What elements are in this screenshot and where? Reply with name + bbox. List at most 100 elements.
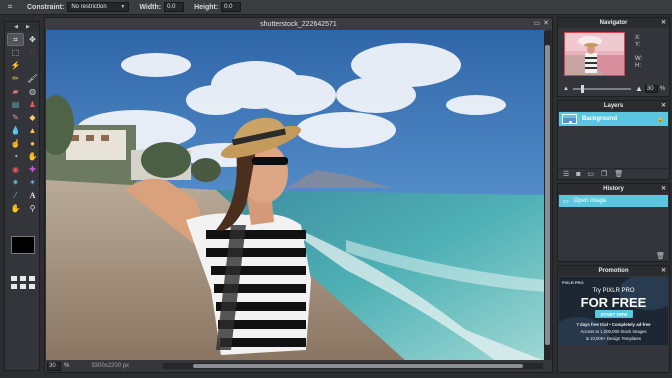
width-label: Width: bbox=[139, 3, 162, 11]
zoom-out-icon[interactable]: ▲ bbox=[563, 86, 569, 92]
color-replace-icon: ✎ bbox=[12, 112, 19, 122]
grid-cell bbox=[11, 284, 17, 289]
close-icon[interactable]: ✕ bbox=[543, 19, 549, 27]
horizontal-scrollbar[interactable] bbox=[163, 363, 543, 369]
bloat-icon: ✷ bbox=[12, 177, 19, 187]
color-picker-tool[interactable]: ⁄ bbox=[8, 190, 23, 201]
promotion-title: Promotion bbox=[598, 268, 629, 274]
delete-layer-icon[interactable]: 🗑 bbox=[614, 170, 623, 178]
zoom-unit: % bbox=[64, 363, 70, 369]
zoom-tool[interactable]: ⚲ bbox=[25, 203, 40, 214]
clone-tool[interactable]: ♟ bbox=[25, 99, 40, 110]
close-icon[interactable]: ✕ bbox=[661, 185, 666, 192]
brush-tool[interactable]: 🖌 bbox=[25, 73, 40, 84]
layer-settings-icon[interactable]: ☰ bbox=[563, 170, 569, 178]
height-label: Height: bbox=[194, 3, 219, 11]
pinch-icon: ✶ bbox=[29, 177, 36, 187]
paint-bucket-icon: ◍ bbox=[29, 86, 36, 96]
type-tool[interactable]: A bbox=[25, 190, 40, 201]
width-input[interactable]: 0.0 bbox=[164, 2, 185, 12]
red-eye-tool[interactable]: ◉ bbox=[8, 164, 23, 175]
color-replace-tool[interactable]: ✎ bbox=[8, 112, 23, 123]
options-bar: ⌗ Constraint: No restriction ▼ Width: 0.… bbox=[0, 0, 672, 15]
zoom-input[interactable]: 30 bbox=[47, 361, 61, 371]
zoom-slider-knob[interactable] bbox=[580, 84, 584, 93]
sponge-tool[interactable]: ● bbox=[25, 138, 40, 149]
zoom-slider[interactable] bbox=[572, 84, 631, 93]
navigator-titlebar[interactable]: Navigator ✕ bbox=[558, 18, 669, 28]
canvas-image[interactable] bbox=[46, 30, 545, 361]
layer-name: Background bbox=[582, 116, 618, 122]
zoom-in-icon[interactable]: ▲ bbox=[635, 84, 643, 93]
promotion-ad[interactable]: PIXLR PRO Try PIXLR PRO FOR FREE START N… bbox=[559, 277, 668, 345]
toolbox-header[interactable]: ◀ ▶ bbox=[5, 22, 39, 31]
eraser-tool[interactable]: ▰ bbox=[8, 86, 23, 97]
clone-stamp-icon: ♟ bbox=[28, 99, 37, 109]
constraint-select[interactable]: No restriction ▼ bbox=[67, 2, 130, 12]
height-input[interactable]: 0.0 bbox=[221, 2, 242, 12]
lasso-tool[interactable]: ◌ bbox=[25, 47, 40, 58]
horizontal-scroll-thumb[interactable] bbox=[193, 364, 523, 368]
paint-bucket-tool[interactable]: ◍ bbox=[25, 86, 40, 97]
promo-line-2: Access to 1,000,000 Stock Images bbox=[580, 329, 647, 334]
eraser-icon: ▰ bbox=[12, 86, 19, 96]
vertical-scrollbar[interactable] bbox=[544, 31, 551, 362]
delete-history-icon[interactable]: 🗑 bbox=[656, 252, 665, 260]
view-grid-icon[interactable] bbox=[11, 276, 35, 289]
dodge-tool[interactable]: ◔ bbox=[8, 151, 23, 162]
move-tool[interactable]: ✥ bbox=[25, 34, 40, 45]
hand-tool[interactable]: ✋ bbox=[8, 203, 23, 214]
layers-titlebar[interactable]: Layers ✕ bbox=[558, 101, 669, 111]
lock-icon[interactable]: 🔒 bbox=[657, 116, 664, 123]
close-icon[interactable]: ✕ bbox=[661, 267, 666, 274]
start-now-button[interactable]: START NOW bbox=[595, 310, 633, 318]
move-icon: ✥ bbox=[29, 34, 36, 44]
history-panel: History ✕ ▭ Open image 🗑 bbox=[557, 183, 670, 262]
blur-tool[interactable]: 💧 bbox=[8, 125, 23, 136]
arrow-left-icon: ◀ bbox=[14, 23, 18, 30]
type-icon: A bbox=[29, 190, 36, 200]
pinch-tool[interactable]: ✶ bbox=[25, 177, 40, 188]
gradient-icon: ▤ bbox=[11, 99, 20, 109]
bloat-tool[interactable]: ✷ bbox=[8, 177, 23, 188]
promo-headline-small: Try PIXLR PRO bbox=[592, 288, 635, 294]
crop-tool[interactable]: ⌗ bbox=[7, 33, 24, 46]
close-icon[interactable]: ✕ bbox=[661, 102, 666, 109]
burn-tool[interactable]: ✋ bbox=[25, 151, 40, 162]
document-titlebar[interactable]: shutterstock_222642571 ▭ ✕ bbox=[45, 18, 552, 30]
toolbox: ◀ ▶ ⌗ ✥ ⬚ ◌ ⚡ ✏ 🖌 ▰ ◍ ▤ ♟ ✎ ◆ 💧 ▲ ☝ ● ◔ … bbox=[4, 21, 40, 371]
restore-window-icon[interactable]: ▭ bbox=[534, 19, 541, 27]
pencil-tool[interactable]: ✏ bbox=[8, 73, 23, 84]
layer-row[interactable]: Background 🔒 bbox=[559, 112, 668, 126]
zoom-percent-icon: % bbox=[659, 85, 666, 92]
blur-drop-icon: 💧 bbox=[10, 125, 21, 135]
sharpen-tool[interactable]: ▲ bbox=[25, 125, 40, 136]
spot-heal-tool[interactable]: ✚ bbox=[25, 164, 40, 175]
history-titlebar[interactable]: History ✕ bbox=[558, 184, 669, 194]
history-item[interactable]: ▭ Open image bbox=[559, 195, 668, 207]
shapes-icon: ◆ bbox=[29, 112, 36, 122]
layers-title: Layers bbox=[603, 103, 624, 109]
sharpen-icon: ▲ bbox=[28, 125, 37, 135]
promo-headline-big: FOR FREE bbox=[580, 295, 647, 310]
navigator-thumbnail[interactable] bbox=[564, 32, 625, 76]
vertical-scroll-thumb[interactable] bbox=[545, 45, 550, 345]
layers-footer: ☰ ◙ ▭ ❐ 🗑 bbox=[558, 168, 669, 179]
eyedropper-icon: ⁄ bbox=[14, 190, 17, 200]
spot-heal-icon: ✚ bbox=[29, 164, 36, 174]
smudge-tool[interactable]: ☝ bbox=[8, 138, 23, 149]
layer-mask-icon[interactable]: ◙ bbox=[576, 171, 580, 178]
navigator-zoom-input[interactable]: 30 bbox=[644, 84, 658, 93]
promotion-titlebar[interactable]: Promotion ✕ bbox=[558, 266, 669, 276]
h-label: H: bbox=[635, 63, 641, 69]
gradient-tool[interactable]: ▤ bbox=[8, 99, 23, 110]
marquee-tool[interactable]: ⬚ bbox=[8, 47, 23, 58]
navigator-panel: Navigator ✕ X: Y: W: H: ▲ ▲ 30 % bbox=[557, 17, 670, 97]
new-folder-icon[interactable]: ▭ bbox=[588, 170, 595, 178]
close-icon[interactable]: ✕ bbox=[661, 19, 666, 26]
foreground-color-swatch[interactable] bbox=[11, 236, 35, 254]
grid-cell bbox=[29, 276, 35, 281]
wand-tool[interactable]: ⚡ bbox=[8, 60, 23, 71]
new-layer-icon[interactable]: ❐ bbox=[601, 170, 607, 178]
drawing-tool[interactable]: ◆ bbox=[25, 112, 40, 123]
